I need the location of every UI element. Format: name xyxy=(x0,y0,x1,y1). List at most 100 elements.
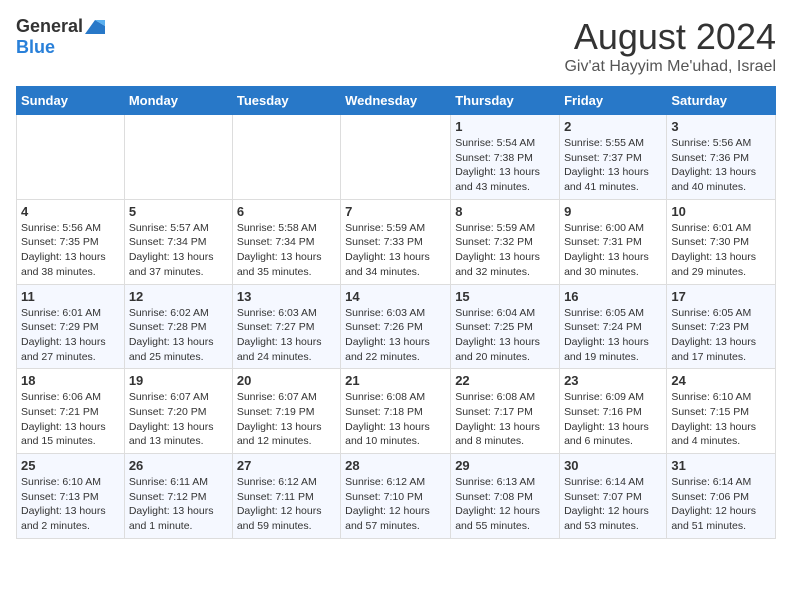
day-number: 6 xyxy=(237,204,336,219)
day-info: Sunrise: 6:00 AM Sunset: 7:31 PM Dayligh… xyxy=(564,221,662,280)
calendar-cell: 7Sunrise: 5:59 AM Sunset: 7:33 PM Daylig… xyxy=(341,199,451,284)
day-info: Sunrise: 6:04 AM Sunset: 7:25 PM Dayligh… xyxy=(455,306,555,365)
calendar-cell xyxy=(124,115,232,200)
calendar-cell: 25Sunrise: 6:10 AM Sunset: 7:13 PM Dayli… xyxy=(17,454,125,539)
day-number: 21 xyxy=(345,373,446,388)
day-info: Sunrise: 6:05 AM Sunset: 7:24 PM Dayligh… xyxy=(564,306,662,365)
logo-blue-text: Blue xyxy=(16,37,55,58)
day-info: Sunrise: 6:07 AM Sunset: 7:20 PM Dayligh… xyxy=(129,390,228,449)
calendar-cell: 31Sunrise: 6:14 AM Sunset: 7:06 PM Dayli… xyxy=(667,454,776,539)
calendar-cell: 16 Sunrise: 6:05 AM Sunset: 7:24 PM Dayli… xyxy=(560,284,667,369)
day-info: Sunrise: 6:01 AM Sunset: 7:29 PM Dayligh… xyxy=(21,306,120,365)
calendar-cell: 19 Sunrise: 6:07 AM Sunset: 7:20 PM Dayli… xyxy=(124,369,232,454)
calendar-cell: 3 Sunrise: 5:56 AM Sunset: 7:36 PM Daylig… xyxy=(667,115,776,200)
calendar-week-row: 1 Sunrise: 5:54 AM Sunset: 7:38 PM Daylig… xyxy=(17,115,776,200)
calendar-cell: 23 Sunrise: 6:09 AM Sunset: 7:16 PM Dayli… xyxy=(560,369,667,454)
day-number: 3 xyxy=(671,119,771,134)
calendar-week-row: 25Sunrise: 6:10 AM Sunset: 7:13 PM Dayli… xyxy=(17,454,776,539)
calendar-cell: 28Sunrise: 6:12 AM Sunset: 7:10 PM Dayli… xyxy=(341,454,451,539)
day-info: Sunrise: 6:11 AM Sunset: 7:12 PM Dayligh… xyxy=(129,475,228,534)
calendar-cell: 2 Sunrise: 5:55 AM Sunset: 7:37 PM Daylig… xyxy=(560,115,667,200)
logo: General Blue xyxy=(16,16,105,58)
day-number: 20 xyxy=(237,373,336,388)
day-info: Sunrise: 6:13 AM Sunset: 7:08 PM Dayligh… xyxy=(455,475,555,534)
day-number: 28 xyxy=(345,458,446,473)
day-number: 4 xyxy=(21,204,120,219)
calendar-cell: 6 Sunrise: 5:58 AM Sunset: 7:34 PM Daylig… xyxy=(232,199,340,284)
day-info: Sunrise: 6:08 AM Sunset: 7:17 PM Dayligh… xyxy=(455,390,555,449)
day-number: 26 xyxy=(129,458,228,473)
calendar-cell xyxy=(17,115,125,200)
day-info: Sunrise: 5:56 AM Sunset: 7:35 PM Dayligh… xyxy=(21,221,120,280)
logo-general-text: General xyxy=(16,16,83,37)
calendar-cell: 5 Sunrise: 5:57 AM Sunset: 7:34 PM Daylig… xyxy=(124,199,232,284)
day-number: 22 xyxy=(455,373,555,388)
calendar-cell: 17 Sunrise: 6:05 AM Sunset: 7:23 PM Dayli… xyxy=(667,284,776,369)
calendar-table: SundayMondayTuesdayWednesdayThursdayFrid… xyxy=(16,86,776,539)
calendar-cell: 13 Sunrise: 6:03 AM Sunset: 7:27 PM Dayli… xyxy=(232,284,340,369)
day-number: 19 xyxy=(129,373,228,388)
weekday-header-row: SundayMondayTuesdayWednesdayThursdayFrid… xyxy=(17,87,776,115)
day-info: Sunrise: 6:03 AM Sunset: 7:27 PM Dayligh… xyxy=(237,306,336,365)
day-number: 29 xyxy=(455,458,555,473)
day-number: 5 xyxy=(129,204,228,219)
calendar-cell: 30 Sunrise: 6:14 AM Sunset: 7:07 PM Dayli… xyxy=(560,454,667,539)
calendar-cell: 1 Sunrise: 5:54 AM Sunset: 7:38 PM Daylig… xyxy=(451,115,560,200)
day-number: 18 xyxy=(21,373,120,388)
day-info: Sunrise: 6:09 AM Sunset: 7:16 PM Dayligh… xyxy=(564,390,662,449)
logo-icon xyxy=(85,20,105,34)
day-info: Sunrise: 6:02 AM Sunset: 7:28 PM Dayligh… xyxy=(129,306,228,365)
day-number: 27 xyxy=(237,458,336,473)
day-number: 30 xyxy=(564,458,662,473)
day-info: Sunrise: 6:10 AM Sunset: 7:15 PM Dayligh… xyxy=(671,390,771,449)
day-number: 11 xyxy=(21,289,120,304)
weekday-header-cell: Saturday xyxy=(667,87,776,115)
day-info: Sunrise: 6:06 AM Sunset: 7:21 PM Dayligh… xyxy=(21,390,120,449)
day-number: 1 xyxy=(455,119,555,134)
day-number: 8 xyxy=(455,204,555,219)
calendar-cell: 20Sunrise: 6:07 AM Sunset: 7:19 PM Dayli… xyxy=(232,369,340,454)
day-number: 16 xyxy=(564,289,662,304)
day-info: Sunrise: 5:59 AM Sunset: 7:33 PM Dayligh… xyxy=(345,221,446,280)
calendar-cell: 8Sunrise: 5:59 AM Sunset: 7:32 PM Daylig… xyxy=(451,199,560,284)
calendar-week-row: 11 Sunrise: 6:01 AM Sunset: 7:29 PM Dayli… xyxy=(17,284,776,369)
location-title: Giv'at Hayyim Me'uhad, Israel xyxy=(564,58,776,76)
day-info: Sunrise: 5:58 AM Sunset: 7:34 PM Dayligh… xyxy=(237,221,336,280)
day-number: 23 xyxy=(564,373,662,388)
calendar-cell: 21 Sunrise: 6:08 AM Sunset: 7:18 PM Dayli… xyxy=(341,369,451,454)
weekday-header-cell: Monday xyxy=(124,87,232,115)
day-info: Sunrise: 6:05 AM Sunset: 7:23 PM Dayligh… xyxy=(671,306,771,365)
calendar-week-row: 18 Sunrise: 6:06 AM Sunset: 7:21 PM Dayli… xyxy=(17,369,776,454)
day-number: 9 xyxy=(564,204,662,219)
calendar-cell: 26 Sunrise: 6:11 AM Sunset: 7:12 PM Dayli… xyxy=(124,454,232,539)
day-number: 24 xyxy=(671,373,771,388)
calendar-cell: 10 Sunrise: 6:01 AM Sunset: 7:30 PM Dayli… xyxy=(667,199,776,284)
day-number: 13 xyxy=(237,289,336,304)
calendar-cell xyxy=(232,115,340,200)
weekday-header-cell: Sunday xyxy=(17,87,125,115)
day-info: Sunrise: 6:08 AM Sunset: 7:18 PM Dayligh… xyxy=(345,390,446,449)
day-info: Sunrise: 6:14 AM Sunset: 7:06 PM Dayligh… xyxy=(671,475,771,534)
calendar-week-row: 4 Sunrise: 5:56 AM Sunset: 7:35 PM Daylig… xyxy=(17,199,776,284)
day-info: Sunrise: 6:03 AM Sunset: 7:26 PM Dayligh… xyxy=(345,306,446,365)
day-number: 10 xyxy=(671,204,771,219)
day-number: 17 xyxy=(671,289,771,304)
day-info: Sunrise: 5:57 AM Sunset: 7:34 PM Dayligh… xyxy=(129,221,228,280)
day-info: Sunrise: 6:14 AM Sunset: 7:07 PM Dayligh… xyxy=(564,475,662,534)
calendar-cell xyxy=(341,115,451,200)
day-number: 15 xyxy=(455,289,555,304)
header: General Blue August 2024 Giv'at Hayyim M… xyxy=(16,16,776,76)
day-info: Sunrise: 5:55 AM Sunset: 7:37 PM Dayligh… xyxy=(564,136,662,195)
calendar-cell: 15 Sunrise: 6:04 AM Sunset: 7:25 PM Dayli… xyxy=(451,284,560,369)
calendar-cell: 18 Sunrise: 6:06 AM Sunset: 7:21 PM Dayli… xyxy=(17,369,125,454)
calendar-cell: 12Sunrise: 6:02 AM Sunset: 7:28 PM Dayli… xyxy=(124,284,232,369)
calendar-cell: 11 Sunrise: 6:01 AM Sunset: 7:29 PM Dayli… xyxy=(17,284,125,369)
day-info: Sunrise: 5:56 AM Sunset: 7:36 PM Dayligh… xyxy=(671,136,771,195)
calendar-cell: 14Sunrise: 6:03 AM Sunset: 7:26 PM Dayli… xyxy=(341,284,451,369)
day-number: 2 xyxy=(564,119,662,134)
calendar-body: 1 Sunrise: 5:54 AM Sunset: 7:38 PM Daylig… xyxy=(17,115,776,539)
day-info: Sunrise: 6:01 AM Sunset: 7:30 PM Dayligh… xyxy=(671,221,771,280)
calendar-cell: 4 Sunrise: 5:56 AM Sunset: 7:35 PM Daylig… xyxy=(17,199,125,284)
day-info: Sunrise: 5:54 AM Sunset: 7:38 PM Dayligh… xyxy=(455,136,555,195)
title-area: August 2024 Giv'at Hayyim Me'uhad, Israe… xyxy=(564,16,776,76)
